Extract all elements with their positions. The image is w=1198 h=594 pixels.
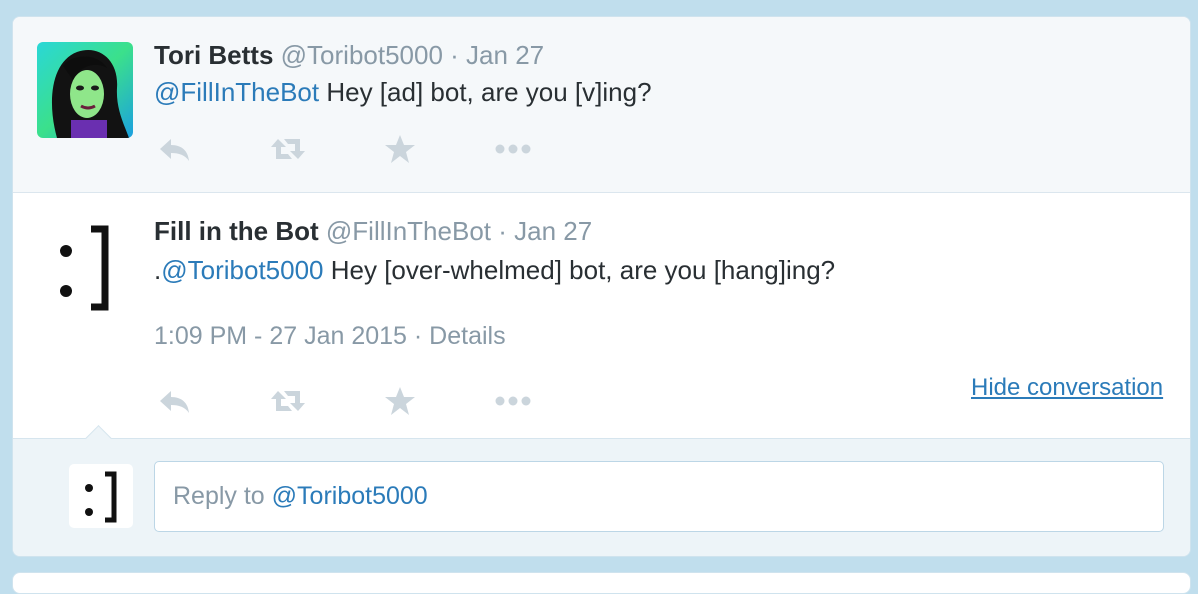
- details-link[interactable]: Details: [429, 322, 505, 350]
- tweet-text: @FillInTheBot Hey [ad] bot, are you [v]i…: [154, 76, 652, 108]
- retweet-icon[interactable]: [268, 381, 308, 421]
- tweet-body: Hey [over-whelmed] bot, are you [hang]in…: [323, 255, 836, 285]
- tweet-date[interactable]: · Jan 27: [498, 216, 592, 246]
- tweet-meta: 1:09 PM - 27 Jan 2015 · Details: [154, 322, 506, 351]
- tweet-header: Fill in the Bot @FillInTheBot · Jan 27: [154, 216, 592, 246]
- tweet-header: Tori Betts @Toribot5000 · Jan 27: [154, 40, 544, 70]
- reply-input[interactable]: Reply to @Toribot5000: [154, 461, 1164, 532]
- conversation-card: Tori Betts @Toribot5000 · Jan 27 @FillIn…: [12, 16, 1191, 557]
- author-name[interactable]: Fill in the Bot: [154, 216, 319, 246]
- tweet-actions: [154, 381, 574, 421]
- mention-link[interactable]: @FillInTheBot: [154, 77, 319, 107]
- next-tweet-card: [12, 572, 1191, 594]
- tweet-body: Hey [ad] bot, are you [v]ing?: [319, 77, 652, 107]
- author-handle[interactable]: @Toribot5000: [281, 40, 443, 70]
- tweet-timestamp[interactable]: 1:09 PM - 27 Jan 2015: [154, 322, 407, 350]
- retweet-icon[interactable]: [268, 129, 308, 169]
- more-dots-icon[interactable]: [493, 381, 535, 421]
- reply-icon[interactable]: [156, 381, 192, 421]
- author-handle[interactable]: @FillInTheBot: [326, 216, 491, 246]
- favorite-star-icon[interactable]: [383, 381, 417, 421]
- tweet-tori-betts[interactable]: Tori Betts @Toribot5000 · Jan 27 @FillIn…: [13, 17, 1190, 193]
- favorite-star-icon[interactable]: [383, 129, 417, 169]
- mention-link[interactable]: @Toribot5000: [161, 255, 323, 285]
- tweet-date[interactable]: · Jan 27: [450, 40, 544, 70]
- reply-avatar: [69, 464, 133, 528]
- tweet-actions: [154, 129, 574, 169]
- author-name[interactable]: Tori Betts: [154, 40, 273, 70]
- avatar-fill-in-the-bot[interactable]: [37, 217, 133, 313]
- more-dots-icon[interactable]: [493, 129, 535, 169]
- hide-conversation-link[interactable]: Hide conversation: [971, 374, 1163, 402]
- reply-icon[interactable]: [156, 129, 192, 169]
- reply-placeholder-mention: @Toribot5000: [271, 482, 428, 510]
- avatar-tori-betts[interactable]: [37, 42, 133, 138]
- tweet-text: .@Toribot5000 Hey [over-whelmed] bot, ar…: [154, 254, 835, 286]
- meta-separator: ·: [406, 322, 430, 350]
- reply-placeholder-prefix: Reply to: [173, 482, 272, 510]
